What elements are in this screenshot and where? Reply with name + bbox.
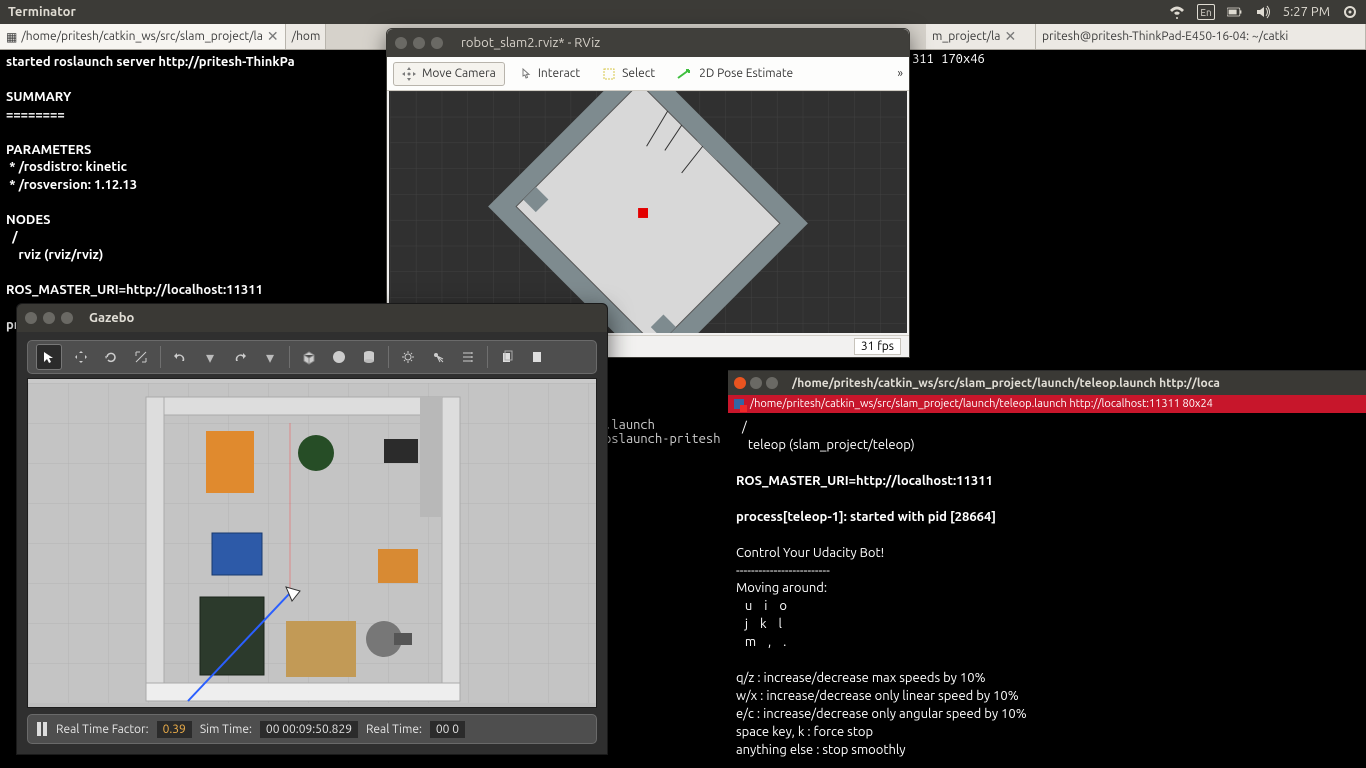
wifi-icon[interactable] [1169, 4, 1185, 20]
btn-label: Move Camera [422, 67, 496, 80]
rviz-3d-view[interactable] [389, 91, 907, 333]
gazebo-statusbar: Real Time Factor: 0.39 Sim Time: 00 00:0… [27, 714, 597, 744]
window-title: Gazebo [89, 311, 134, 325]
toolbar-overflow[interactable]: » [897, 67, 903, 80]
tab-label: pritesh@pritesh-ThinkPad-E450-16-04: ~/c… [1042, 30, 1288, 43]
light-point-icon[interactable] [397, 346, 419, 368]
tab-label: /home/pritesh/catkin_ws/src/slam_project… [21, 30, 263, 43]
volume-icon[interactable] [1255, 4, 1271, 20]
close-icon[interactable]: ✕ [1004, 28, 1016, 45]
maximize-icon[interactable] [61, 312, 73, 324]
rotate-icon[interactable] [100, 346, 122, 368]
fps-readout: 31 fps [854, 338, 901, 355]
tab-3[interactable]: pritesh@pritesh-ThinkPad-E450-16-04: ~/c… [1036, 24, 1366, 49]
close-icon[interactable] [734, 377, 746, 389]
terminal-text: Control Your Udacity Bot! --------------… [736, 546, 1027, 768]
cylinder-icon[interactable] [358, 346, 380, 368]
btn-label: Select [622, 67, 655, 80]
window-title: robot_slam2.rviz* - RViz [461, 36, 600, 50]
scale-icon[interactable] [130, 346, 152, 368]
tab-label: /home/pritesh/catkin_ws/src/slam_project… [750, 398, 1213, 410]
move-camera-button[interactable]: Move Camera [393, 62, 505, 86]
teleop-titlebar[interactable]: /home/pritesh/catkin_ws/src/slam_project… [728, 371, 1366, 395]
sim-value: 00 00:09:50.829 [260, 721, 358, 738]
rviz-toolbar: Move Camera Interact Select 2D Pose Esti… [387, 57, 909, 91]
battery-icon[interactable] [1227, 4, 1243, 20]
minimize-icon[interactable] [43, 312, 55, 324]
terminal-text: process[teleop-1]: started with pid [286… [736, 510, 996, 524]
interact-button[interactable]: Interact [509, 62, 589, 86]
terminal-size-text: 311 170x46 [912, 52, 985, 66]
teleop-active-tab[interactable]: /home/pritesh/catkin_ws/src/slam_project… [728, 395, 1366, 413]
close-icon[interactable] [395, 37, 407, 49]
tab-0[interactable]: ▦ /home/pritesh/catkin_ws/src/slam_proje… [0, 24, 286, 49]
app-title: Terminator [8, 5, 76, 19]
undo-dropdown-icon[interactable]: ▾ [199, 346, 221, 368]
tab-2[interactable]: m_project/la ✕ [926, 24, 1036, 49]
clock[interactable]: 5:27 PM [1283, 5, 1330, 19]
real-label: Real Time: [366, 723, 422, 736]
minimize-icon[interactable] [750, 377, 762, 389]
close-icon[interactable] [25, 312, 37, 324]
undo-icon[interactable] [169, 346, 191, 368]
maximize-icon[interactable] [431, 37, 443, 49]
system-tray: En 5:27 PM [1169, 4, 1358, 20]
redo-icon[interactable] [229, 346, 251, 368]
terminal-text: started roslaunch server http://pritesh-… [6, 55, 295, 332]
sphere-icon[interactable] [328, 346, 350, 368]
real-value: 00 0 [430, 721, 465, 738]
grid-icon: ▦ [6, 30, 17, 44]
terminal-text: ROS_MASTER_URI=http://localhost:11311 [736, 474, 993, 488]
terminal-text: / teleop (slam_project/teleop) [736, 420, 915, 452]
keyboard-lang[interactable]: En [1197, 4, 1214, 20]
maximize-icon[interactable] [766, 377, 778, 389]
redo-dropdown-icon[interactable]: ▾ [259, 346, 281, 368]
rtf-label: Real Time Factor: [56, 723, 149, 736]
system-menubar: Terminator En 5:27 PM [0, 0, 1366, 24]
rviz-titlebar[interactable]: robot_slam2.rviz* - RViz [387, 29, 909, 57]
light-spot-icon[interactable] [427, 346, 449, 368]
teleop-terminal-window[interactable]: /home/pritesh/catkin_ws/src/slam_project… [728, 370, 1366, 768]
move-icon[interactable] [70, 346, 92, 368]
box-icon[interactable] [298, 346, 320, 368]
close-icon[interactable]: ✕ [267, 28, 279, 45]
sim-label: Sim Time: [200, 723, 252, 736]
gazebo-window[interactable]: Gazebo ▾ ▾ [16, 303, 608, 755]
copy-icon[interactable] [496, 346, 518, 368]
teleop-terminal[interactable]: / teleop (slam_project/teleop) ROS_MASTE… [728, 413, 1366, 768]
split-icon [734, 399, 744, 409]
tab-label: /hom [292, 30, 321, 43]
gazebo-toolbar: ▾ ▾ [27, 340, 597, 374]
pause-icon[interactable] [36, 722, 48, 736]
terminal-frag-right: .launch oslaunch-pritesh [604, 418, 720, 446]
paste-icon[interactable] [526, 346, 548, 368]
rtf-value: 0.39 [157, 721, 192, 738]
tab-1[interactable]: /hom [286, 24, 326, 49]
window-title: /home/pritesh/catkin_ws/src/slam_project… [792, 377, 1220, 390]
gazebo-3d-view[interactable] [27, 378, 597, 708]
gazebo-titlebar[interactable]: Gazebo [17, 304, 607, 332]
cursor-icon[interactable] [36, 344, 62, 370]
gear-icon[interactable] [1342, 4, 1358, 20]
tab-label: m_project/la [932, 30, 1000, 43]
minimize-icon[interactable] [413, 37, 425, 49]
select-button[interactable]: Select [593, 62, 664, 86]
light-dir-icon[interactable] [457, 346, 479, 368]
btn-label: Interact [538, 67, 580, 80]
btn-label: 2D Pose Estimate [699, 67, 793, 80]
pose-estimate-button[interactable]: 2D Pose Estimate [668, 62, 802, 85]
